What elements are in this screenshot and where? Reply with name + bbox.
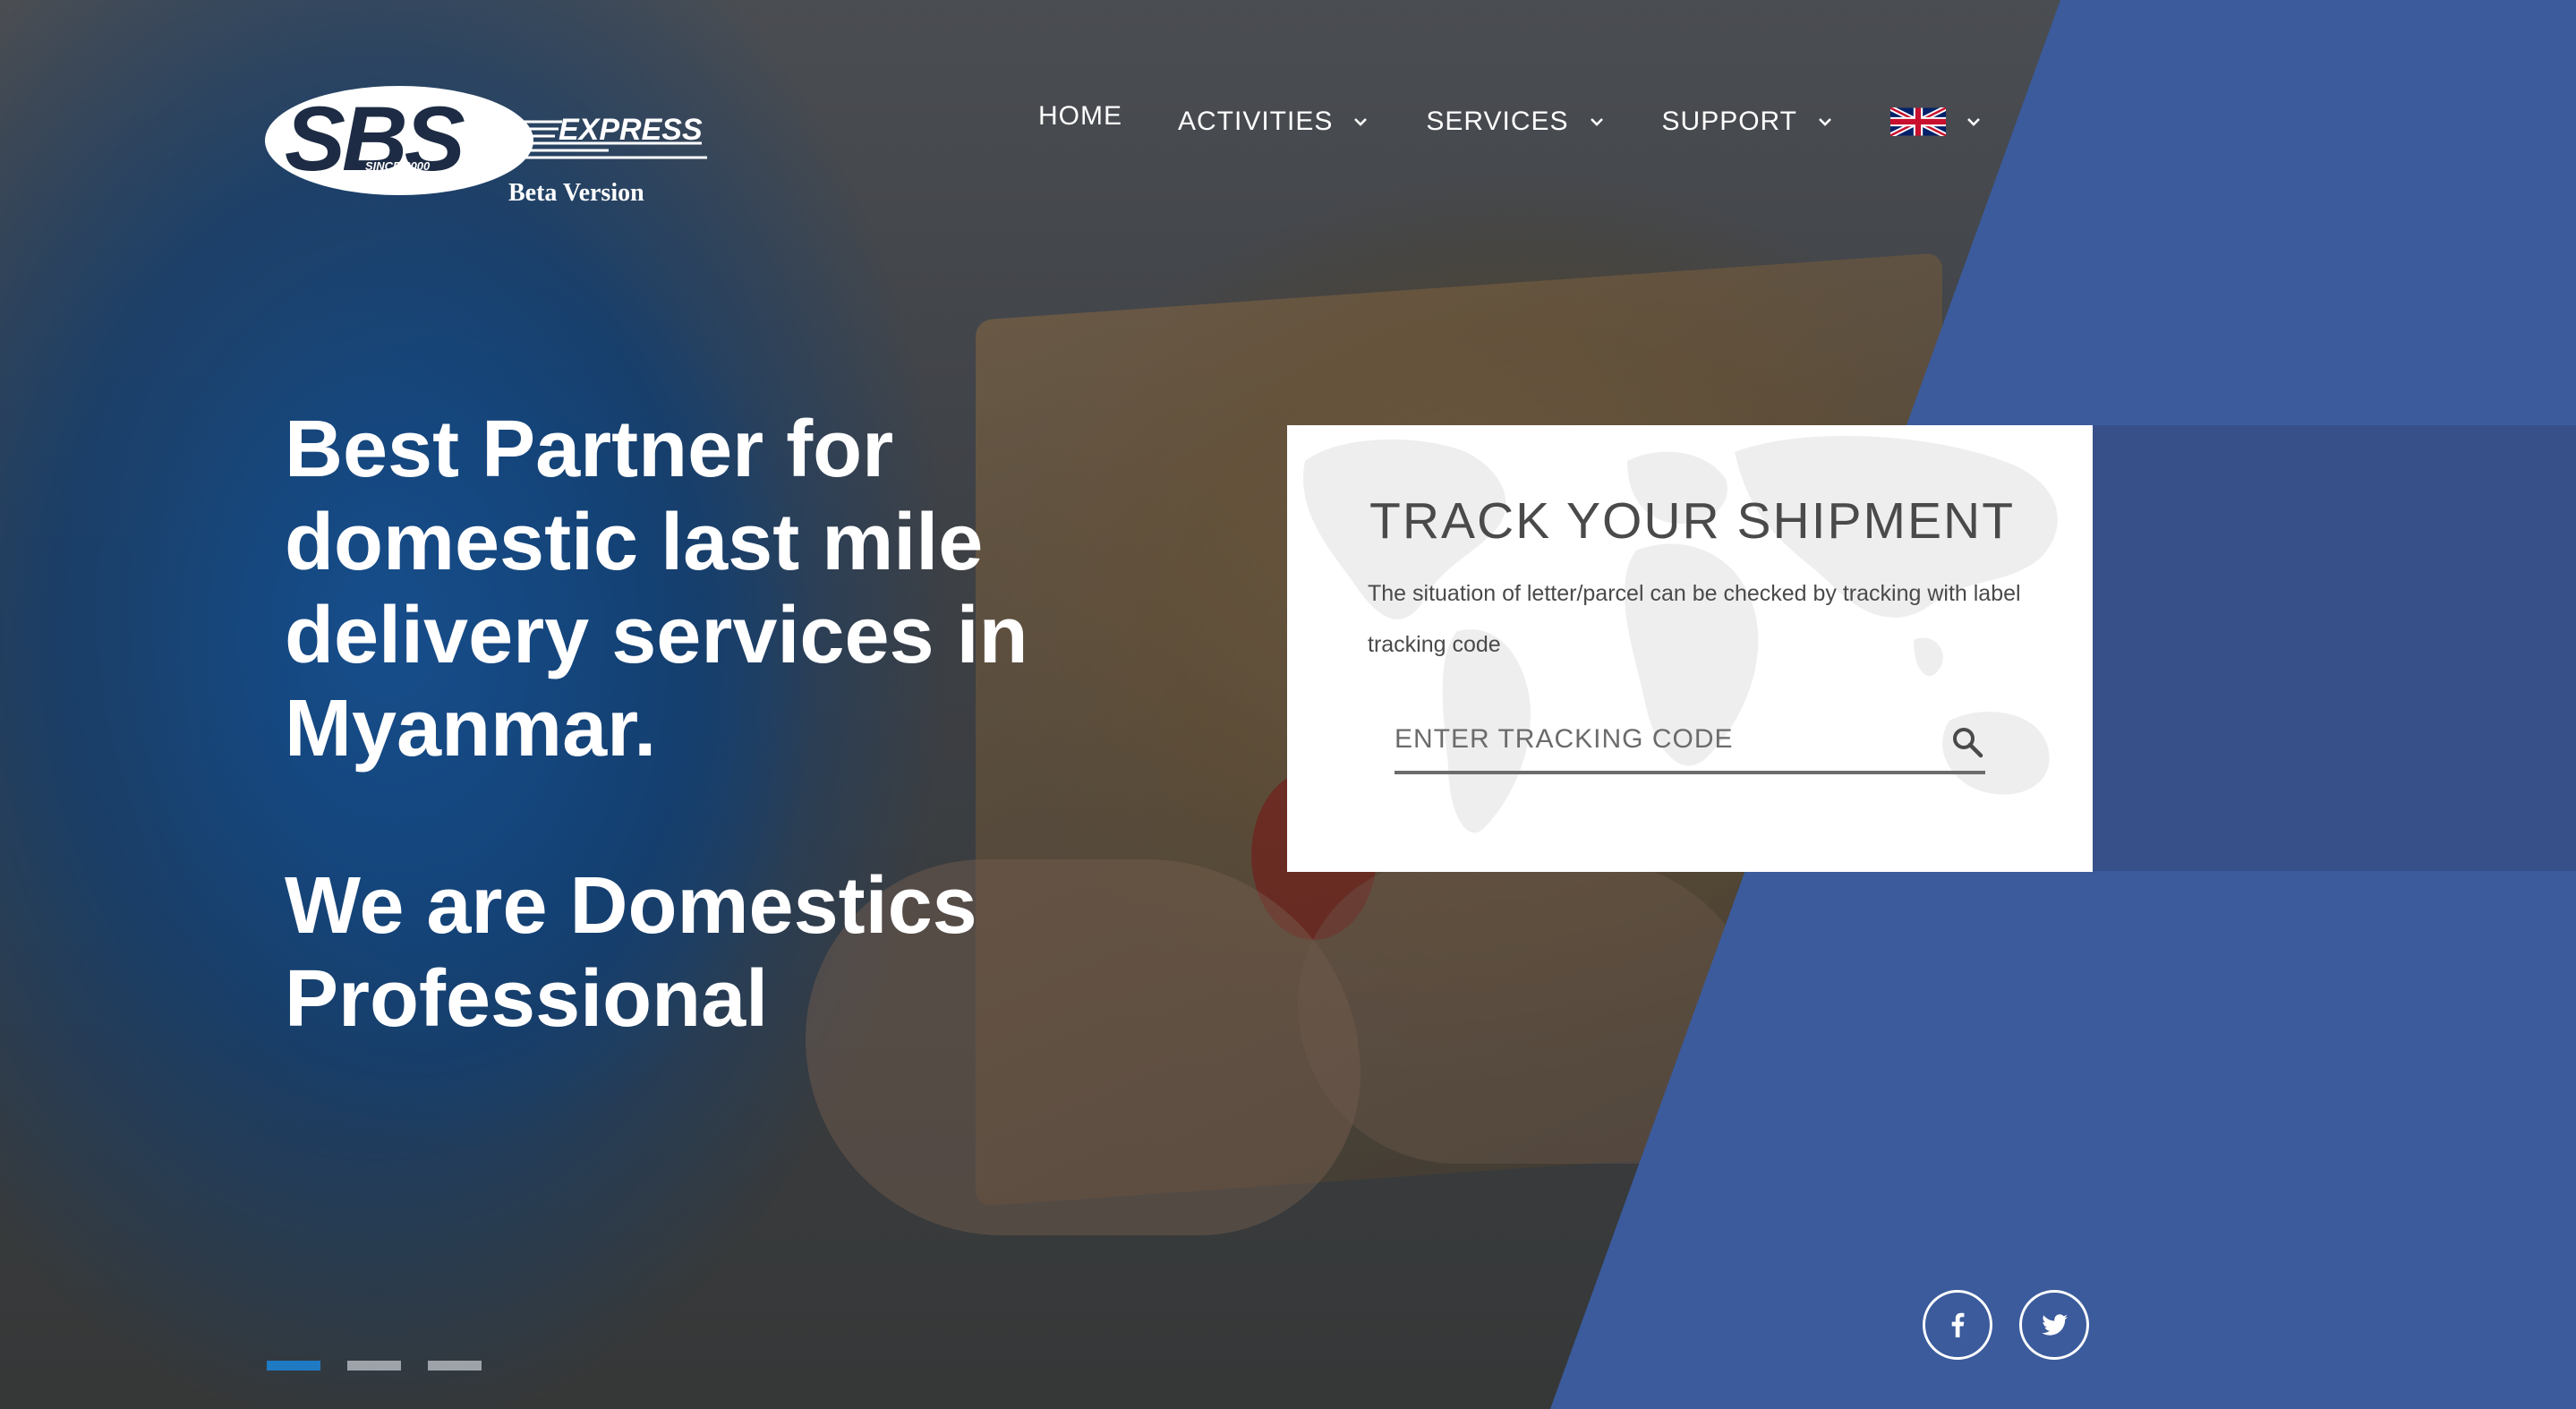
tracking-code-input[interactable] — [1395, 712, 1923, 767]
site-logo[interactable]: SBS EXPRESS SINCE 2000 Beta Version — [265, 82, 718, 217]
hero-subtitle: We are Domestics Professional — [285, 861, 977, 1044]
beta-version-label: Beta Version — [508, 179, 644, 207]
twitter-button[interactable] — [2019, 1290, 2089, 1360]
nav-item-home[interactable]: HOME — [1038, 101, 1122, 132]
facebook-button[interactable] — [1923, 1290, 1992, 1360]
logo-express-mark: EXPRESS — [523, 115, 711, 159]
nav-item-label: ACTIVITIES — [1178, 107, 1334, 136]
main-nav: HOME ACTIVITIES SERVICES SUPPORT — [1038, 97, 1982, 147]
tracking-input-wrapper — [1395, 712, 1985, 774]
chevron-down-icon — [1354, 118, 1368, 126]
uk-flag-icon — [1890, 107, 1947, 136]
nav-item-services[interactable]: SERVICES — [1426, 107, 1604, 137]
page: SBS EXPRESS SINCE 2000 Beta Version HOME — [0, 0, 2576, 1409]
tracking-title: TRACK YOUR SHIPMENT — [1369, 492, 2016, 550]
slider-dot-1[interactable] — [267, 1361, 320, 1371]
tracking-card: TRACK YOUR SHIPMENT The situation of let… — [1287, 425, 2093, 872]
hero-title: Best Partner for domestic last mile deli… — [285, 405, 1028, 773]
social-links — [1923, 1290, 2089, 1360]
nav-item-activities[interactable]: ACTIVITIES — [1178, 107, 1369, 137]
twitter-icon — [2042, 1314, 2068, 1336]
logo-express-text: EXPRESS — [559, 113, 703, 147]
chevron-down-icon — [1819, 118, 1831, 126]
logo-since-text: SINCE 2000 — [365, 159, 431, 173]
language-selector[interactable] — [1890, 107, 1982, 136]
blue-band-behind-card — [2092, 425, 2576, 871]
nav-item-support[interactable]: SUPPORT — [1662, 107, 1833, 137]
chevron-down-icon — [1967, 118, 1980, 126]
nav-item-label: SERVICES — [1426, 107, 1569, 136]
slider-dot-3[interactable] — [428, 1361, 482, 1371]
tracking-description: The situation of letter/parcel can be ch… — [1368, 581, 2021, 657]
chevron-down-icon — [1590, 118, 1603, 126]
search-icon[interactable] — [1949, 724, 1985, 760]
nav-item-label: HOME — [1038, 101, 1122, 131]
facebook-icon — [1951, 1312, 1965, 1337]
slider-indicators — [267, 1361, 482, 1371]
slider-dot-2[interactable] — [347, 1361, 401, 1371]
nav-item-label: SUPPORT — [1661, 107, 1798, 136]
